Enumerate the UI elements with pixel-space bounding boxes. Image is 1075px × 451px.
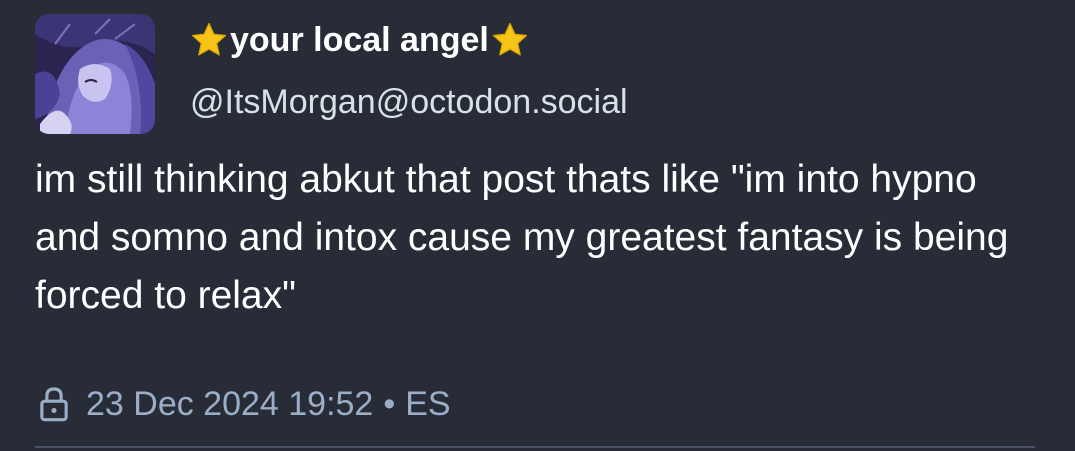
star-icon (490, 20, 530, 60)
post-language: ES (405, 385, 451, 423)
display-name-text: your local angel (230, 21, 489, 59)
meta-separator: • (383, 385, 396, 423)
display-name[interactable]: your local angel (189, 18, 530, 62)
lock-icon (36, 384, 72, 424)
divider (35, 446, 1035, 448)
post-timestamp[interactable]: 23 Dec 2024 19:52 (86, 382, 373, 426)
avatar-image (35, 14, 155, 134)
star-icon (189, 20, 229, 60)
post-content: im still thinking abkut that post thats … (35, 158, 1009, 317)
account-handle[interactable]: @ItsMorgan@octodon.social (190, 80, 628, 124)
avatar[interactable] (35, 14, 155, 134)
post-card: your local angel @ItsMorgan@octodon.soci… (0, 0, 1075, 451)
post-meta: 23 Dec 2024 19:52 • ES (36, 382, 451, 426)
